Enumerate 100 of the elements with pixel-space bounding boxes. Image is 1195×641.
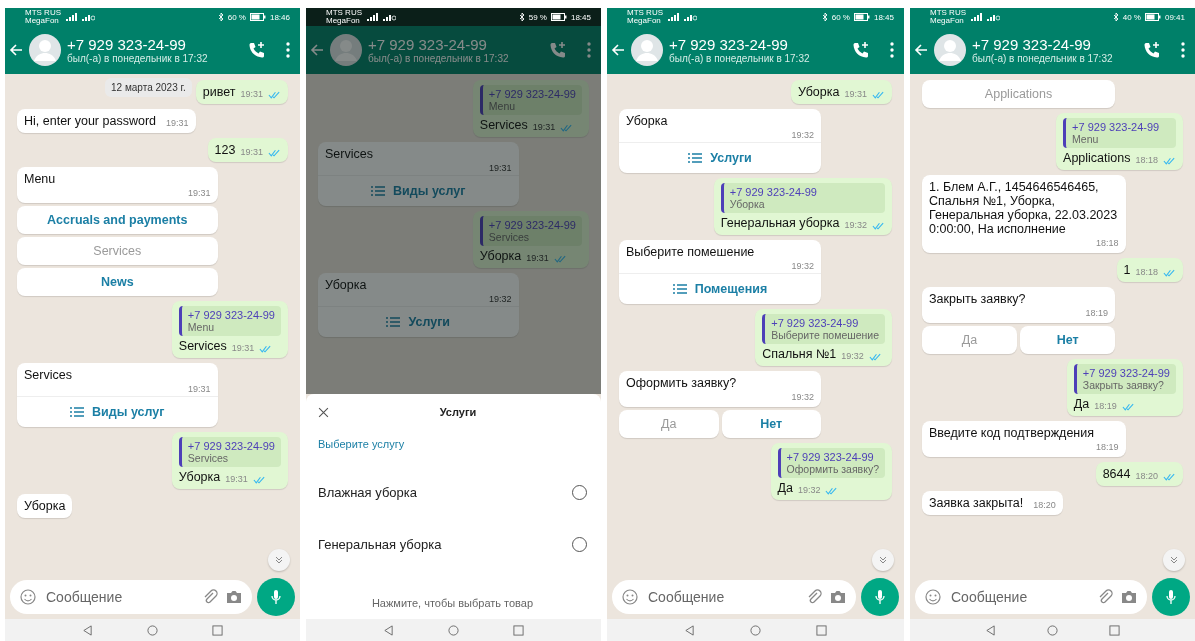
clock-time: 18:45 (873, 12, 894, 22)
reply-button[interactable]: Нет (721, 410, 822, 438)
message-text: Уборка (798, 85, 840, 99)
message-time: 18:19 (1094, 401, 1117, 411)
message-text: Оформить заявку? (626, 376, 738, 390)
message-time: 19:32 (791, 392, 814, 402)
message-text: Уборка (626, 114, 669, 128)
quote-text: Выберите помешение (771, 329, 879, 341)
quote-text: Menu (187, 321, 216, 333)
message-time: 19:31 (231, 343, 255, 353)
battery-percent: 59 % (528, 12, 547, 22)
message-text: Services (178, 339, 227, 353)
message-text: 1. Блем А.Г., 1454646546465, Спальня №1, Уборка, Генеральная уборка, 22.03.2023 0:00:00, На исполнение (929, 180, 1119, 236)
contact-name[interactable]: +7 929 323-24-99 (669, 36, 846, 53)
message-text: Введите код подтверждения (929, 426, 1094, 440)
quote-author: +7 929 323-24-99 (729, 186, 818, 198)
message-time: 19:31 (188, 188, 211, 198)
clock-time: 18:45 (570, 12, 591, 22)
list-button[interactable]: Услуги (619, 142, 821, 168)
quote-text: Services (187, 452, 230, 464)
quote-text: Оформить заявку? (786, 463, 879, 475)
contact-name[interactable]: +7 929 323-24-99 (67, 36, 242, 53)
message-text: Уборка (479, 249, 522, 263)
message-time: 19:32 (797, 485, 821, 495)
reply-button[interactable]: Accruals and payments (17, 206, 218, 234)
contact-name[interactable]: +7 929 323-24-99 (972, 36, 1137, 53)
list-button[interactable]: Услуги (318, 306, 519, 332)
quote-author: +7 929 323-24-99 (771, 317, 860, 329)
composer-field[interactable]: Сообщение (915, 580, 1147, 614)
list-button[interactable]: Виды услуг (17, 396, 218, 422)
message-time: 18:18 (1096, 238, 1119, 248)
message-text: Заявка закрыта! (929, 496, 1024, 510)
message-time: 19:32 (489, 294, 512, 304)
clock-time: 18:46 (269, 12, 290, 22)
quote-author: +7 929 323-24-99 (187, 309, 275, 321)
carrier-name: MegaFon (25, 17, 60, 25)
message-time: 19:32 (844, 220, 867, 230)
carrier-name: MTS RUS (627, 9, 663, 17)
date-chip: 12 марта 2023 г. (105, 78, 192, 97)
message-time: 19:32 (841, 351, 864, 361)
carrier-name: MTS RUS (326, 9, 362, 17)
message-time: 18:20 (1135, 471, 1158, 481)
message-text: Уборка (178, 470, 221, 484)
message-text: Генеральная уборка (720, 216, 840, 230)
message-text: Выберите помешение (626, 245, 756, 259)
option-label[interactable]: Генеральная уборка (318, 536, 442, 552)
message-time: 19:31 (240, 89, 263, 99)
last-seen-status: был(-а) в понедельник в 17:32 (67, 53, 209, 64)
last-seen-status: был(-а) в понедельник в 17:32 (669, 53, 811, 64)
quote-text: Уборка (729, 198, 766, 210)
sheet-hint: Нажмите, чтобы выбрать товар (370, 597, 535, 609)
list-button[interactable]: Виды услуг (318, 175, 519, 201)
composer-field[interactable]: Сообщение (10, 580, 252, 614)
message-text: Уборка (325, 278, 368, 292)
quote-author: +7 929 323-24-99 (488, 88, 576, 100)
message-time: 19:31 (489, 163, 512, 173)
carrier-name: MegaFon (326, 17, 361, 25)
message-text: Да (1073, 397, 1090, 411)
message-text: Services (325, 147, 374, 161)
message-text: Menu (24, 172, 57, 186)
message-time: 19:32 (791, 130, 814, 140)
sheet-subtitle: Выберите услугу (318, 438, 406, 450)
message-input[interactable]: Сообщение (44, 588, 194, 606)
reply-button[interactable]: Нет (1020, 326, 1116, 354)
quote-text: Menu (488, 100, 517, 112)
message-time: 19:31 (225, 474, 248, 484)
message-text: Applications (1063, 151, 1131, 165)
carrier-name: MegaFon (627, 17, 662, 25)
clock-time: 09:41 (1164, 12, 1185, 22)
message-text: Спальня №1 (762, 347, 837, 361)
message-text: Services (24, 368, 73, 382)
carrier-name: MTS RUS (930, 9, 966, 17)
quote-author: +7 929 323-24-99 (786, 451, 875, 463)
option-label[interactable]: Влажная уборка (318, 484, 417, 500)
quote-author: +7 929 323-24-99 (1082, 367, 1170, 379)
message-input[interactable]: Сообщение (949, 588, 1089, 606)
message-time: 19:31 (532, 122, 556, 132)
message-time: 18:18 (1135, 155, 1158, 165)
battery-percent: 40 % (1122, 12, 1141, 22)
message-input[interactable]: Сообщение (646, 588, 798, 606)
message-text: Уборка (24, 499, 66, 513)
reply-button[interactable]: News (17, 268, 218, 296)
message-time: 19:31 (166, 118, 189, 128)
message-time: 19:32 (791, 261, 814, 271)
message-time: 18:20 (1033, 500, 1056, 510)
message-time: 19:31 (526, 253, 549, 263)
carrier-name: MTS RUS (25, 9, 61, 17)
message-time: 19:31 (188, 384, 211, 394)
message-time: 18:19 (1085, 308, 1109, 318)
battery-percent: 60 % (227, 12, 246, 22)
message-time: 18:18 (1135, 267, 1158, 277)
composer-field[interactable]: Сообщение (612, 580, 856, 614)
list-button[interactable]: Помещения (619, 273, 821, 299)
quote-text: Закрыть заявку? (1082, 379, 1165, 391)
message-time: 18:19 (1096, 442, 1119, 452)
contact-name[interactable]: +7 929 323-24-99 (368, 36, 543, 53)
message-text: Закрыть заявку? (929, 292, 1027, 306)
quote-author: +7 929 323-24-99 (488, 219, 576, 231)
quote-text: Menu (1072, 133, 1100, 145)
quote-author: +7 929 323-24-99 (187, 440, 275, 452)
